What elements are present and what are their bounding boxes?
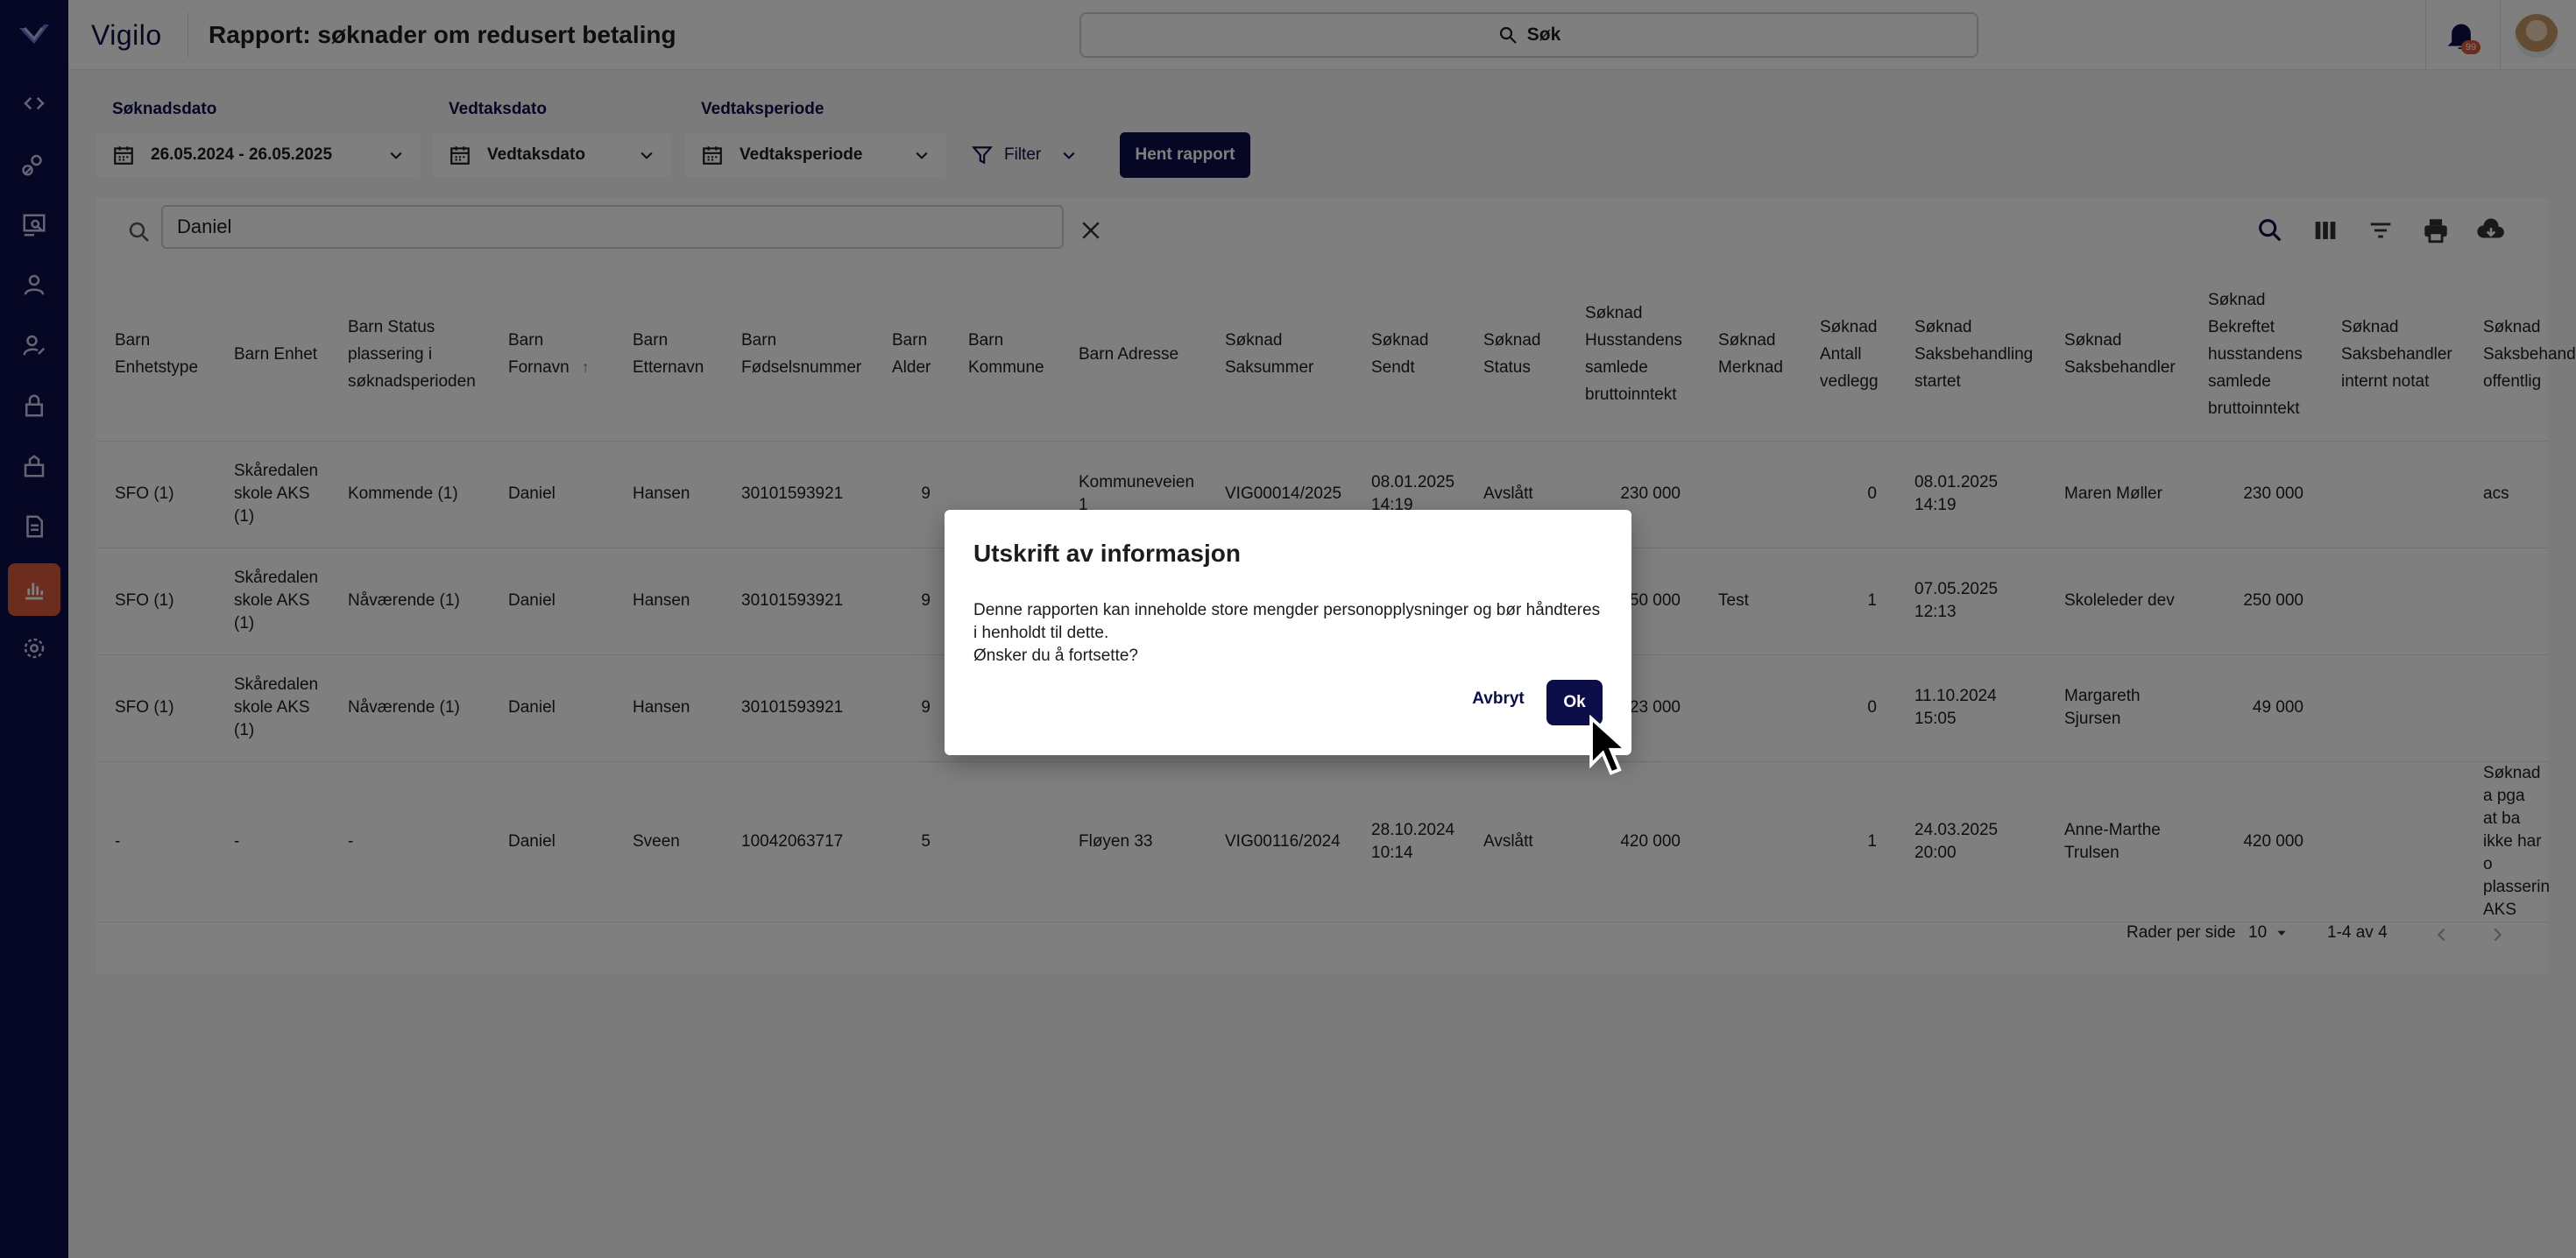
cancel-button[interactable]: Avbryt (1454, 682, 1542, 717)
dialog-body: Denne rapporten kan inneholde store meng… (973, 599, 1604, 668)
dialog-message: Denne rapporten kan inneholde store meng… (973, 601, 1601, 642)
print-confirm-dialog: Utskrift av informasjon Denne rapporten … (945, 510, 1631, 755)
dialog-title: Utskrift av informasjon (973, 540, 1241, 567)
dialog-question: Ønsker du å fortsette? (973, 647, 1138, 665)
mouse-pointer-icon (1589, 715, 1628, 775)
